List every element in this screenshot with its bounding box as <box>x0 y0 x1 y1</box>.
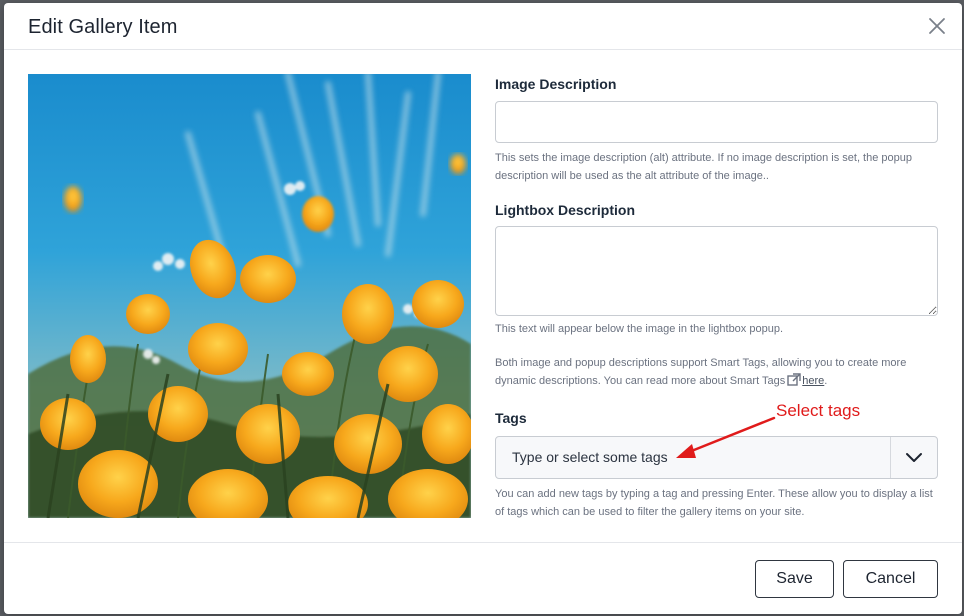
gallery-image-preview <box>28 74 471 518</box>
modal-header: Edit Gallery Item <box>4 3 962 50</box>
save-button[interactable]: Save <box>755 560 834 598</box>
tags-placeholder: Type or select some tags <box>512 449 668 465</box>
image-description-label: Image Description <box>495 76 617 92</box>
cancel-button[interactable]: Cancel <box>843 560 938 598</box>
external-link-icon <box>787 373 801 386</box>
smart-tags-link[interactable]: here <box>802 375 824 387</box>
modal-footer: Save Cancel <box>4 542 962 614</box>
tags-help: You can add new tags by typing a tag and… <box>495 488 933 518</box>
chevron-down-icon <box>906 453 922 462</box>
edit-gallery-item-modal: Edit Gallery Item Image Description This… <box>4 3 962 614</box>
smart-tags-help-text: Both image and popup descriptions suppor… <box>495 357 907 387</box>
annotation-select-tags: Select tags <box>776 401 861 420</box>
lightbox-description-label: Lightbox Description <box>495 202 635 218</box>
lightbox-description-help: This text will appear below the image in… <box>495 323 784 335</box>
tags-dropdown-toggle[interactable] <box>890 437 937 478</box>
image-description-input[interactable] <box>495 101 938 143</box>
smart-tags-help: Both image and popup descriptions suppor… <box>495 354 935 390</box>
lightbox-description-textarea[interactable] <box>495 226 938 316</box>
annotation-arrow-icon <box>676 416 776 458</box>
modal-title: Edit Gallery Item <box>28 16 178 38</box>
smart-tags-help-suffix: . <box>824 375 828 387</box>
image-description-help: This sets the image description (alt) at… <box>495 152 912 182</box>
close-icon <box>929 18 945 34</box>
close-button[interactable] <box>926 15 948 37</box>
